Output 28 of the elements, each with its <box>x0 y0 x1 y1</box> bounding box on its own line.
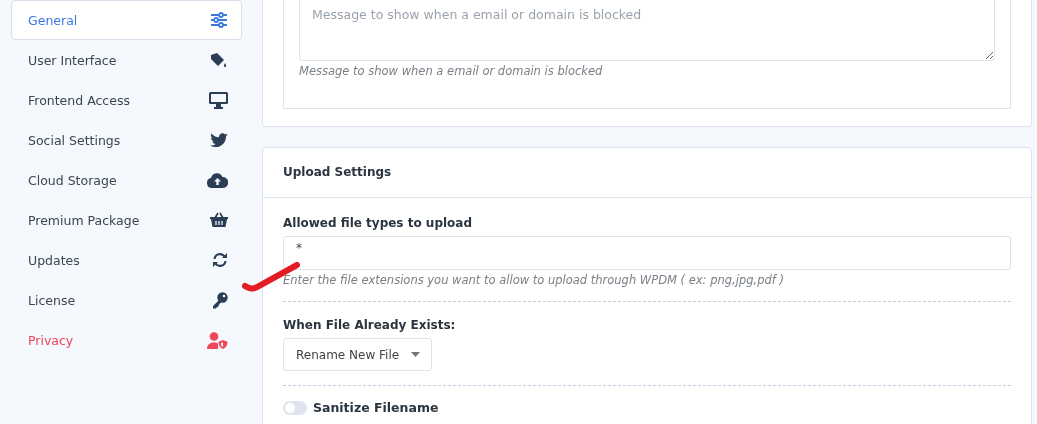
sliders-icon <box>210 12 228 28</box>
field-label: When File Already Exists: <box>283 318 457 332</box>
field-hint: Message to show when a email or domain is blocked <box>299 64 604 78</box>
field-label: Allowed file types to upload <box>283 216 474 230</box>
user-shield-icon <box>207 331 228 349</box>
file-types-field[interactable]: * <box>283 236 1011 270</box>
toggle-switch[interactable] <box>283 400 307 415</box>
sidebar-item[interactable]: Updates <box>11 240 242 280</box>
sidebar-item[interactable]: User Interface <box>11 40 242 80</box>
field-hint: Enter the file extensions you want to allow to upload through WPDM ( ex: png,jpg,pdf ) <box>283 273 785 287</box>
key-icon <box>212 291 228 309</box>
message-field[interactable]: Message to show when a email or domain is blocked <box>299 0 995 61</box>
cloud-upload-icon <box>207 172 228 188</box>
refresh-icon <box>212 252 228 268</box>
sidebar-item[interactable]: Social Settings <box>11 120 242 160</box>
caret-icon <box>411 352 420 357</box>
sidebar-item[interactable]: General <box>11 0 242 40</box>
sidebar-item[interactable]: License <box>11 280 242 320</box>
sidebar-item[interactable]: Privacy <box>11 320 242 360</box>
monitor-icon <box>209 91 228 109</box>
bird-icon <box>210 132 228 148</box>
toggle-label: Sanitize Filename <box>313 400 439 415</box>
basket-icon <box>210 212 228 228</box>
sidebar-item[interactable]: Premium Package <box>11 200 242 240</box>
sidebar-item[interactable]: Frontend Access <box>11 80 242 120</box>
sidebar-item[interactable]: Cloud Storage <box>11 160 242 200</box>
file-exists-dropdown[interactable]: Rename New File <box>283 338 432 371</box>
card-header: Upload Settings <box>263 148 1031 198</box>
